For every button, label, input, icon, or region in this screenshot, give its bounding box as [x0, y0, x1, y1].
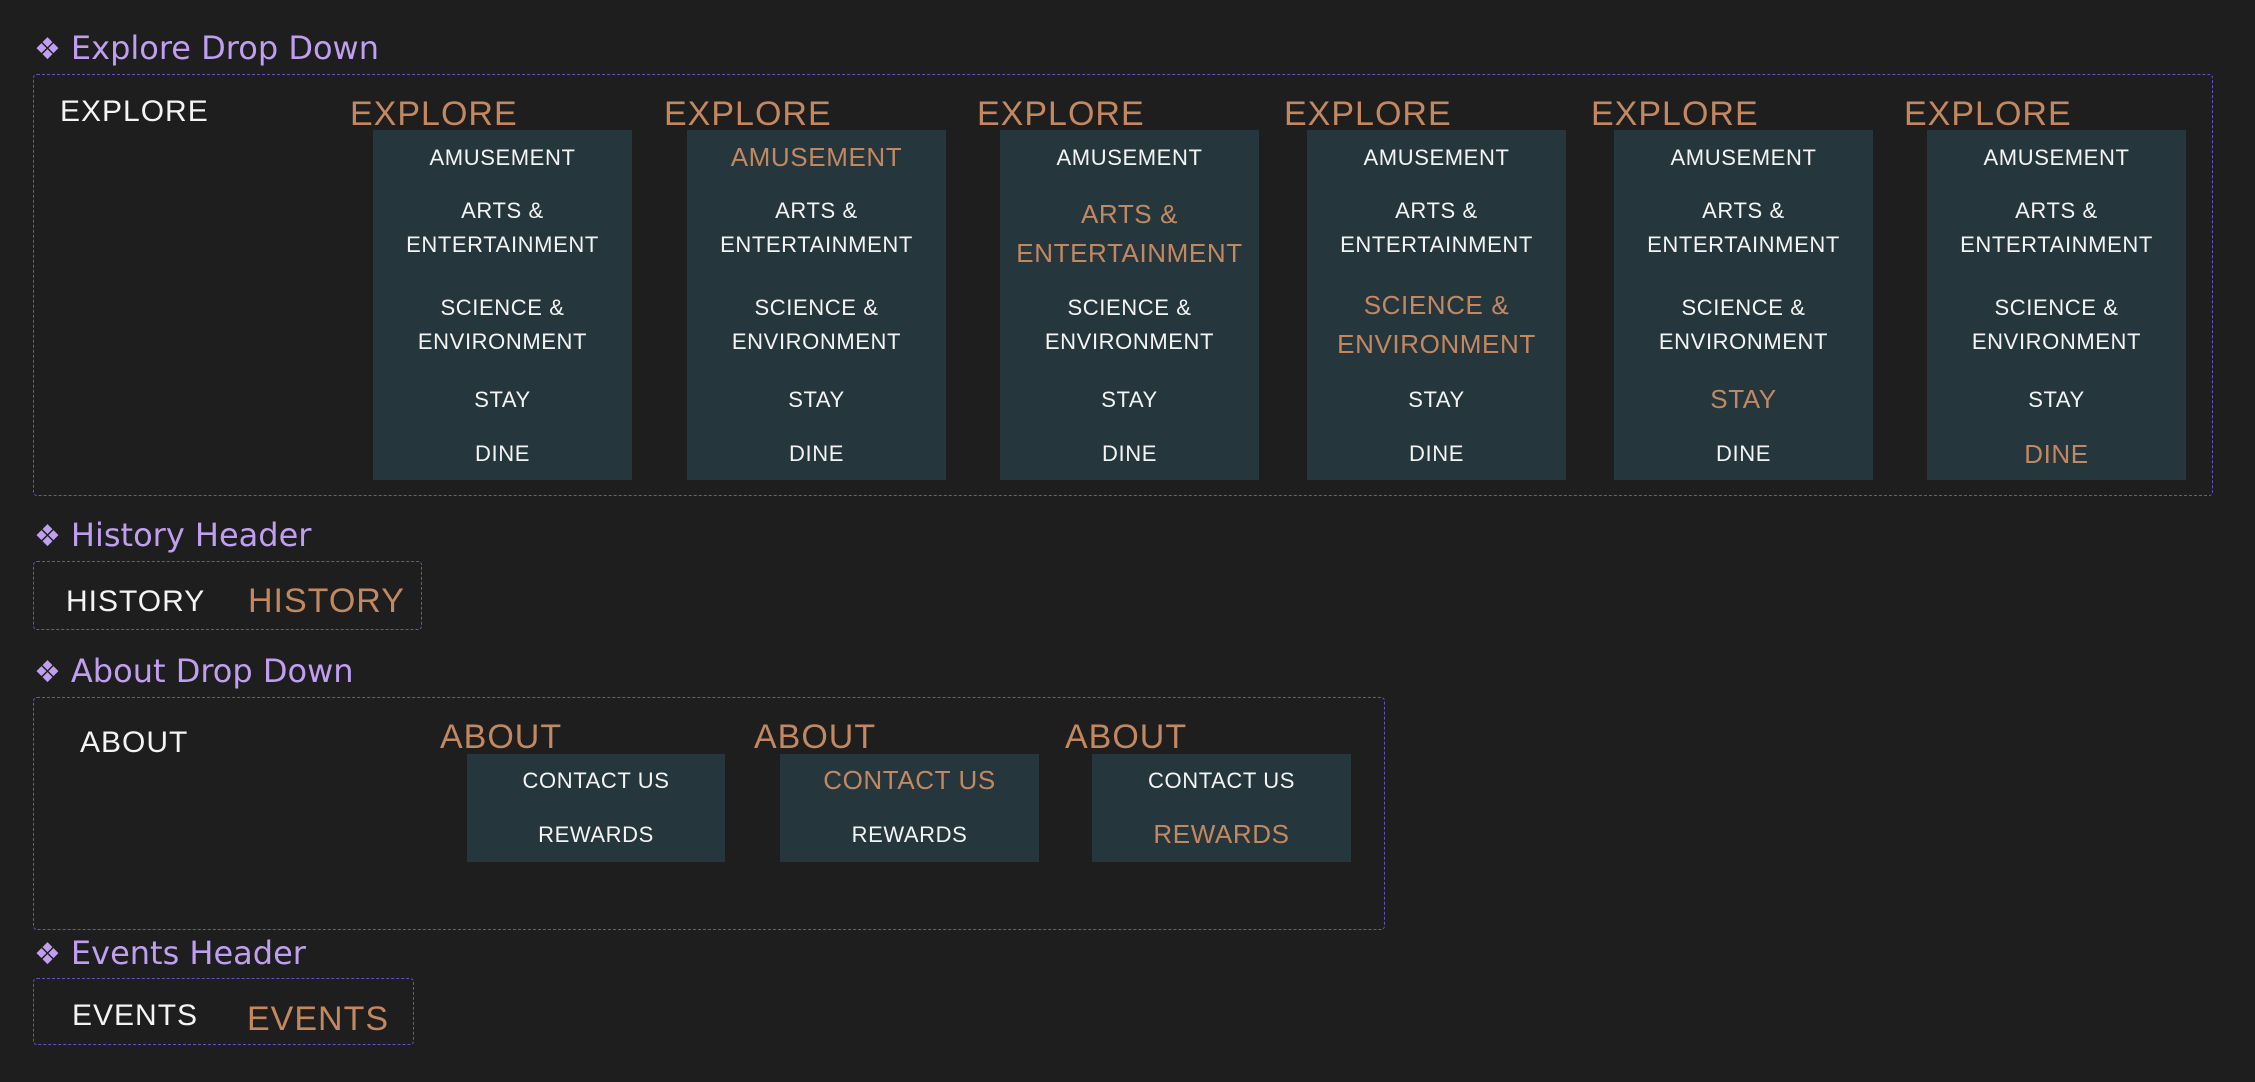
explore-dropdown-1: AMUSEMENT ARTS & ENTERTAINMENT SCIENCE &… — [373, 130, 632, 480]
explore-trigger-1[interactable]: EXPLORE — [350, 93, 518, 135]
section-title-about: ❖ About Drop Down — [34, 651, 354, 691]
about-dropdown-2: CONTACT US REWARDS — [780, 754, 1039, 862]
menu-item-science-environment[interactable]: SCIENCE & ENVIRONMENT — [687, 291, 946, 359]
explore-trigger-4[interactable]: EXPLORE — [1284, 93, 1452, 135]
explore-dropdown-6: AMUSEMENT ARTS & ENTERTAINMENT SCIENCE &… — [1927, 130, 2186, 480]
section-title-history: ❖ History Header — [34, 515, 311, 555]
section-title-events: ❖ Events Header — [34, 933, 306, 973]
history-header-default[interactable]: HISTORY — [66, 583, 205, 621]
menu-item-rewards[interactable]: REWARDS — [780, 818, 1039, 851]
menu-item-science-environment[interactable]: SCIENCE & ENVIRONMENT — [1307, 286, 1566, 364]
menu-item-amusement[interactable]: AMUSEMENT — [1000, 141, 1259, 174]
menu-item-dine[interactable]: DINE — [373, 437, 632, 470]
about-trigger-1[interactable]: ABOUT — [440, 716, 562, 758]
section-title-about-label: About Drop Down — [70, 652, 354, 690]
menu-item-rewards[interactable]: REWARDS — [467, 818, 725, 851]
section-title-events-label: Events Header — [70, 934, 306, 972]
menu-item-stay[interactable]: STAY — [1927, 383, 2186, 416]
about-trigger-2[interactable]: ABOUT — [754, 716, 876, 758]
menu-item-dine[interactable]: DINE — [1614, 437, 1873, 470]
explore-dropdown-4: AMUSEMENT ARTS & ENTERTAINMENT SCIENCE &… — [1307, 130, 1566, 480]
component-diamond-icon: ❖ — [34, 937, 61, 972]
about-dropdown-3: CONTACT US REWARDS — [1092, 754, 1351, 862]
menu-item-amusement[interactable]: AMUSEMENT — [1307, 141, 1566, 174]
menu-item-amusement[interactable]: AMUSEMENT — [373, 141, 632, 174]
menu-item-arts-entertainment[interactable]: ARTS & ENTERTAINMENT — [1307, 194, 1566, 262]
menu-item-stay[interactable]: STAY — [1614, 380, 1873, 419]
explore-dropdown-5: AMUSEMENT ARTS & ENTERTAINMENT SCIENCE &… — [1614, 130, 1873, 480]
menu-item-rewards[interactable]: REWARDS — [1092, 815, 1351, 854]
explore-dropdown-2: AMUSEMENT ARTS & ENTERTAINMENT SCIENCE &… — [687, 130, 946, 480]
menu-item-science-environment[interactable]: SCIENCE & ENVIRONMENT — [373, 291, 632, 359]
menu-item-science-environment[interactable]: SCIENCE & ENVIRONMENT — [1614, 291, 1873, 359]
explore-trigger-6[interactable]: EXPLORE — [1904, 93, 2072, 135]
menu-item-arts-entertainment[interactable]: ARTS & ENTERTAINMENT — [1614, 194, 1873, 262]
explore-default-label[interactable]: EXPLORE — [60, 93, 209, 131]
menu-item-arts-entertainment[interactable]: ARTS & ENTERTAINMENT — [1927, 194, 2186, 262]
explore-trigger-3[interactable]: EXPLORE — [977, 93, 1145, 135]
section-title-explore-label: Explore Drop Down — [70, 29, 379, 67]
menu-item-stay[interactable]: STAY — [373, 383, 632, 416]
menu-item-arts-entertainment[interactable]: ARTS & ENTERTAINMENT — [687, 194, 946, 262]
about-trigger-3[interactable]: ABOUT — [1065, 716, 1187, 758]
menu-item-dine[interactable]: DINE — [687, 437, 946, 470]
about-default-label[interactable]: ABOUT — [80, 724, 188, 762]
menu-item-stay[interactable]: STAY — [1000, 383, 1259, 416]
explore-dropdown-3: AMUSEMENT ARTS & ENTERTAINMENT SCIENCE &… — [1000, 130, 1259, 480]
menu-item-dine[interactable]: DINE — [1000, 437, 1259, 470]
history-header-hover[interactable]: HISTORY — [248, 580, 405, 622]
menu-item-stay[interactable]: STAY — [687, 383, 946, 416]
component-diamond-icon: ❖ — [34, 655, 61, 690]
menu-item-contact-us[interactable]: CONTACT US — [780, 761, 1039, 800]
menu-item-amusement[interactable]: AMUSEMENT — [687, 138, 946, 177]
section-title-history-label: History Header — [70, 516, 312, 554]
menu-item-contact-us[interactable]: CONTACT US — [1092, 764, 1351, 797]
events-header-hover[interactable]: EVENTS — [247, 998, 389, 1040]
menu-item-arts-entertainment[interactable]: ARTS & ENTERTAINMENT — [373, 194, 632, 262]
explore-trigger-2[interactable]: EXPLORE — [664, 93, 832, 135]
about-dropdown-1: CONTACT US REWARDS — [467, 754, 725, 862]
explore-trigger-5[interactable]: EXPLORE — [1591, 93, 1759, 135]
menu-item-stay[interactable]: STAY — [1307, 383, 1566, 416]
menu-item-amusement[interactable]: AMUSEMENT — [1927, 141, 2186, 174]
component-diamond-icon: ❖ — [34, 519, 61, 554]
menu-item-dine[interactable]: DINE — [1927, 435, 2186, 474]
events-header-default[interactable]: EVENTS — [72, 997, 198, 1035]
component-diamond-icon: ❖ — [34, 32, 61, 67]
menu-item-amusement[interactable]: AMUSEMENT — [1614, 141, 1873, 174]
menu-item-dine[interactable]: DINE — [1307, 437, 1566, 470]
menu-item-contact-us[interactable]: CONTACT US — [467, 764, 725, 797]
menu-item-arts-entertainment[interactable]: ARTS & ENTERTAINMENT — [1000, 195, 1259, 273]
menu-item-science-environment[interactable]: SCIENCE & ENVIRONMENT — [1927, 291, 2186, 359]
section-title-explore: ❖ Explore Drop Down — [34, 28, 379, 68]
menu-item-science-environment[interactable]: SCIENCE & ENVIRONMENT — [1000, 291, 1259, 359]
